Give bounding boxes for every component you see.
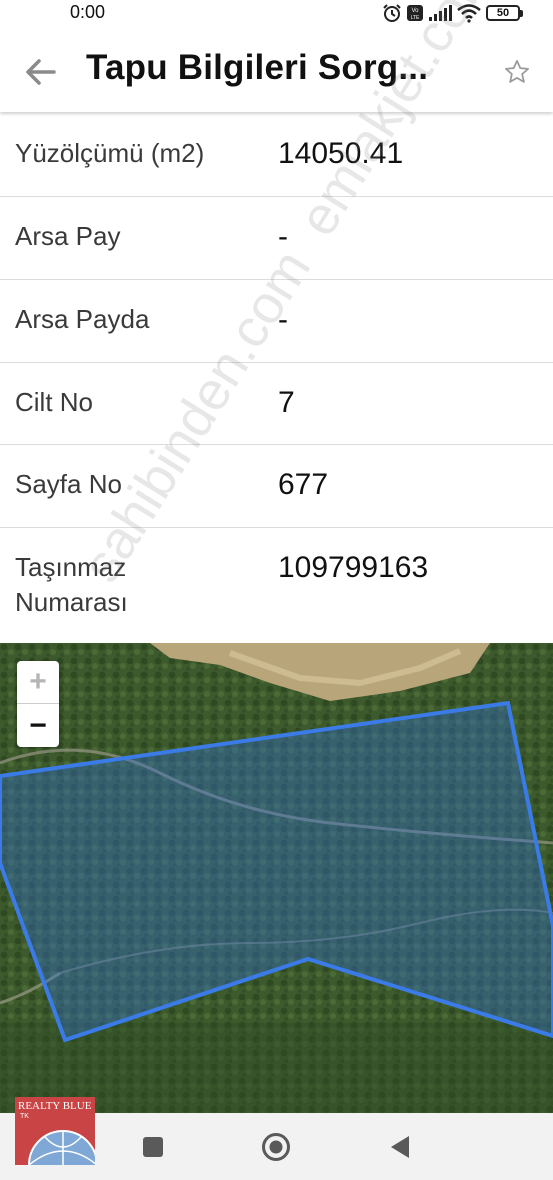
wifi-icon bbox=[457, 4, 481, 23]
alarm-icon bbox=[383, 4, 401, 22]
realty-logo: REALTY BLUE TK bbox=[15, 1097, 95, 1165]
app-bar: Tapu Bilgileri Sorg... bbox=[0, 30, 553, 112]
detail-value: 677 bbox=[278, 468, 329, 501]
parcel-details: Yüzölçümü (m2) 14050.41 Arsa Pay - Arsa … bbox=[0, 114, 553, 643]
detail-label: Taşınmaz Numarası bbox=[15, 552, 128, 617]
detail-label: Sayfa No bbox=[15, 469, 122, 499]
detail-row-cilt-no: Cilt No 7 bbox=[0, 363, 553, 445]
detail-value: - bbox=[278, 220, 288, 253]
status-time: 0:00 bbox=[70, 2, 106, 22]
parcel-map[interactable]: + − bbox=[0, 643, 553, 1113]
volte-icon: Vo LTE bbox=[407, 5, 423, 21]
detail-label: Cilt No bbox=[15, 387, 94, 417]
detail-value: 109799163 bbox=[278, 551, 429, 584]
detail-value: 14050.41 bbox=[278, 137, 404, 170]
favorite-button[interactable] bbox=[499, 54, 535, 90]
signal-icon bbox=[429, 5, 452, 21]
detail-value: 7 bbox=[278, 386, 295, 419]
detail-label: Arsa Pay bbox=[15, 221, 121, 251]
zoom-in-button[interactable]: + bbox=[17, 661, 59, 704]
detail-label: Arsa Payda bbox=[15, 304, 150, 334]
page-title: Tapu Bilgileri Sorg... bbox=[86, 48, 429, 87]
back-triangle-icon bbox=[391, 1136, 409, 1158]
status-bar: 0:00 Vo LTE 50 bbox=[0, 0, 553, 28]
arrow-left-icon bbox=[26, 59, 56, 85]
battery-level: 50 bbox=[486, 5, 520, 21]
detail-row-area: Yüzölçümü (m2) 14050.41 bbox=[0, 114, 553, 197]
detail-value: - bbox=[278, 303, 288, 336]
globe-icon bbox=[28, 1130, 95, 1165]
svg-text:Vo: Vo bbox=[411, 8, 419, 14]
svg-text:LTE: LTE bbox=[411, 15, 420, 21]
recents-icon bbox=[143, 1137, 163, 1157]
home-icon bbox=[262, 1133, 290, 1161]
status-icons: Vo LTE 50 bbox=[382, 2, 523, 24]
battery-icon: 50 bbox=[486, 5, 523, 21]
back-button[interactable] bbox=[20, 52, 60, 92]
recents-button[interactable] bbox=[137, 1131, 169, 1163]
zoom-out-button[interactable]: − bbox=[17, 704, 59, 747]
detail-label: Yüzölçümü (m2) bbox=[15, 138, 205, 168]
home-button[interactable] bbox=[260, 1131, 292, 1163]
detail-row-arsa-payda: Arsa Payda - bbox=[0, 280, 553, 363]
star-outline-icon bbox=[505, 60, 529, 83]
system-back-button[interactable] bbox=[384, 1131, 416, 1163]
satellite-imagery bbox=[0, 643, 553, 1113]
detail-row-tasinmaz-no: Taşınmaz Numarası 109799163 bbox=[0, 528, 553, 643]
detail-row-arsa-pay: Arsa Pay - bbox=[0, 197, 553, 280]
zoom-control: + − bbox=[17, 661, 59, 747]
detail-row-sayfa-no: Sayfa No 677 bbox=[0, 445, 553, 528]
